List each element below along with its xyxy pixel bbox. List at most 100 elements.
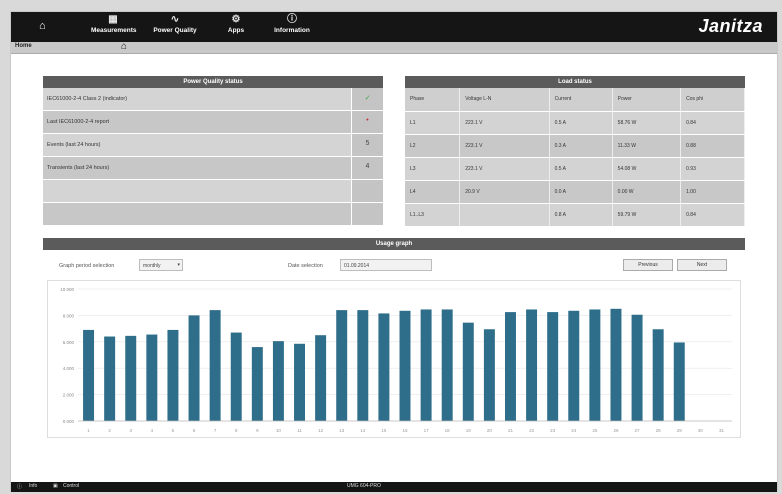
breadcrumb-home[interactable]: Home	[15, 43, 32, 49]
table-cell: 11.33 W	[612, 134, 682, 158]
table-cell: 58.76 W	[612, 111, 682, 135]
table-cell: 59.79 W	[612, 203, 682, 227]
x-tick-label: 14	[360, 428, 366, 433]
x-tick-label: 31	[719, 428, 725, 433]
pq-row-text	[43, 203, 351, 225]
wave-icon: ∿	[170, 14, 180, 25]
control-icon[interactable]: ▣	[53, 483, 58, 489]
x-tick-label: 20	[487, 428, 493, 433]
chart-bar	[125, 335, 137, 421]
period-select[interactable]: monthly ▾	[139, 259, 183, 271]
table-cell: 0.00 W	[612, 180, 682, 204]
x-tick-label: 22	[529, 428, 535, 433]
chart-bar	[83, 329, 95, 421]
y-tick-label: 4.000	[63, 366, 75, 371]
chart-bar	[104, 336, 116, 421]
table-cell: 54.08 W	[612, 157, 682, 181]
period-select-value: monthly	[143, 263, 161, 269]
x-tick-label: 12	[318, 428, 324, 433]
list-item	[43, 180, 383, 203]
table-cell: 0.88	[680, 134, 745, 158]
nav-information[interactable]: ⓘ Information	[269, 14, 315, 42]
table-cell: 20.9 V	[459, 180, 550, 204]
chart-bar	[357, 310, 369, 421]
y-tick-label: 0.000	[63, 419, 75, 424]
x-tick-label: 13	[339, 428, 345, 433]
column-header: Current	[549, 88, 613, 112]
nav-measurements[interactable]: ▦ Measurements	[91, 14, 137, 42]
date-select-value: 01.09.2014	[344, 263, 370, 269]
gear-icon: ⚙	[231, 14, 241, 25]
y-tick-label: 6.000	[63, 340, 75, 345]
pq-row-status: 5	[351, 134, 383, 156]
table-cell: L1	[405, 111, 461, 135]
y-tick-label: 2.000	[63, 393, 75, 398]
x-tick-label: 10	[276, 428, 282, 433]
power-quality-rows: IEC61000-2-4 Class 2 (indicator) ✓ Last I…	[43, 88, 383, 226]
grid-icon: ▦	[108, 14, 118, 25]
table-row: L3 223.1 V 0.5 A 54.08 W 0.93	[405, 157, 745, 181]
table-cell: 0.93	[680, 157, 745, 181]
pq-row-text: IEC61000-2-4 Class 2 (indicator)	[43, 88, 351, 110]
date-selection-label: Date selection	[288, 263, 323, 269]
chart-bar	[146, 334, 158, 421]
janitza-logo: Janitza	[698, 16, 763, 36]
nav-apps-label: Apps	[227, 27, 245, 34]
pq-row-text: Events (last 24 hours)	[43, 134, 351, 156]
column-header: Power	[612, 88, 682, 112]
app-window: ⌂ ▦ Measurements ∿ Power Quality ⚙ Apps …	[10, 11, 778, 492]
table-cell: 223.1 V	[459, 111, 550, 135]
chart-bar	[483, 329, 495, 421]
home-icon[interactable]: ⌂	[39, 20, 46, 32]
x-tick-label: 23	[550, 428, 556, 433]
x-tick-label: 25	[592, 428, 598, 433]
status-control-label[interactable]: Control	[63, 483, 79, 489]
chart-bar	[378, 313, 390, 421]
x-tick-label: 11	[297, 428, 302, 433]
top-navigation: ⌂ ▦ Measurements ∿ Power Quality ⚙ Apps …	[11, 12, 777, 42]
info-icon: ⓘ	[287, 14, 297, 25]
nav-power-quality[interactable]: ∿ Power Quality	[149, 14, 201, 42]
x-tick-label: 27	[635, 428, 641, 433]
chart-bar	[610, 308, 622, 421]
next-button[interactable]: Next	[677, 259, 727, 271]
chart-bar	[272, 341, 284, 421]
date-select[interactable]: 01.09.2014	[340, 259, 432, 271]
x-tick-label: 9	[256, 428, 259, 433]
table-row: L2 223.1 V 0.3 A 11.33 W 0.88	[405, 134, 745, 158]
power-quality-panel: Power Quality status IEC61000-2-4 Class …	[43, 76, 383, 226]
chart-bar	[167, 329, 179, 421]
table-cell: 0.0 A	[549, 180, 613, 204]
home-icon[interactable]: ⌂	[121, 41, 127, 52]
chart-bar	[209, 310, 221, 421]
check-icon: ✓	[351, 88, 383, 110]
x-tick-label: 3	[129, 428, 132, 433]
info-icon[interactable]: ⓘ	[17, 483, 22, 490]
list-item: IEC61000-2-4 Class 2 (indicator) ✓	[43, 88, 383, 111]
chart-bar	[294, 343, 306, 421]
period-selection-label: Graph period selection	[59, 263, 115, 269]
chart-bar	[399, 310, 411, 421]
table-cell: 0.84	[680, 111, 745, 135]
table-row: L4 20.9 V 0.0 A 0.00 W 1.00	[405, 180, 745, 204]
column-header: Cos phi	[680, 88, 745, 112]
breadcrumb: Home ⌂	[11, 41, 777, 54]
chart-bar	[673, 342, 685, 421]
x-tick-label: 2	[108, 428, 111, 433]
x-tick-label: 29	[677, 428, 683, 433]
chart-bar	[420, 309, 432, 421]
chart-bar	[462, 322, 474, 421]
table-cell: 0.84	[680, 203, 745, 227]
previous-button[interactable]: Previous	[623, 259, 673, 271]
table-cell: 0.5 A	[549, 111, 613, 135]
nav-apps[interactable]: ⚙ Apps	[221, 14, 251, 42]
x-tick-label: 26	[613, 428, 619, 433]
chart-bar	[336, 310, 348, 421]
chart-bar	[188, 315, 200, 421]
status-info-label[interactable]: Info	[29, 483, 37, 489]
power-quality-title: Power Quality status	[43, 76, 383, 88]
list-item: Last IEC61000-2-4 report •	[43, 111, 383, 134]
x-tick-label: 30	[698, 428, 704, 433]
x-tick-label: 24	[571, 428, 577, 433]
y-tick-label: 8.000	[63, 313, 75, 318]
